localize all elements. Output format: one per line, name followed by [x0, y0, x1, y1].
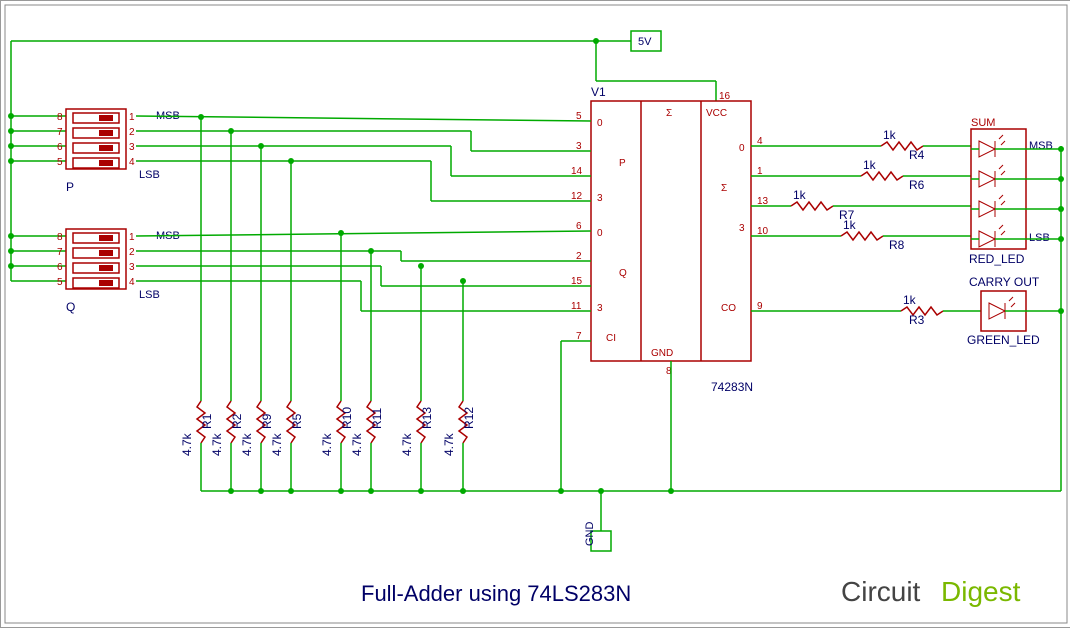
dip-p-pin7: 7	[57, 127, 63, 138]
logo-main: Circuit	[841, 576, 921, 607]
dip-p-ref: P	[66, 180, 74, 194]
dip-q-rows	[73, 233, 119, 288]
r5-ref: R5	[290, 413, 304, 429]
dip-p-pin2: 2	[129, 127, 135, 138]
pin-vcc-16: 16	[719, 91, 731, 102]
red-led-ref: RED_LED	[969, 252, 1025, 266]
dip-q-pin7: 7	[57, 247, 63, 258]
schematic-title: Full-Adder using 74LS283N	[361, 581, 631, 606]
5v-rail-label: 5V	[638, 36, 652, 48]
dip-q-pin6: 6	[57, 262, 63, 273]
r13-val: 4.7k	[400, 432, 414, 456]
q-bit3: 3	[597, 303, 603, 314]
chip-ci-label: CI	[606, 333, 616, 344]
gnd-tag: GND	[584, 522, 596, 547]
r1-ref: R1	[200, 413, 214, 429]
pulldown-junctions	[198, 114, 466, 284]
pin-q0: 6	[576, 221, 582, 232]
r7-val: 1k	[793, 188, 807, 202]
chip-sigma-top: Σ	[666, 108, 672, 119]
dip-p-pin1: 1	[129, 112, 135, 123]
carry-label: CARRY OUT	[969, 275, 1040, 289]
r8-val: 1k	[843, 218, 857, 232]
r9-val: 4.7k	[240, 432, 254, 456]
dip-q-pin1: 1	[129, 232, 135, 243]
dip-q-pin2: 2	[129, 247, 135, 258]
sum-label: SUM	[971, 117, 995, 129]
s-bit3: 3	[739, 223, 745, 234]
dip-q-pin8: 8	[57, 232, 63, 243]
r6-val: 1k	[863, 158, 877, 172]
dip-p-pin8: 8	[57, 112, 63, 123]
r8-ref: R8	[889, 238, 905, 252]
r3-val: 1k	[903, 293, 917, 307]
r4-val: 1k	[883, 128, 897, 142]
green-led-ref: GREEN_LED	[967, 333, 1040, 347]
r6-ref: R6	[909, 178, 925, 192]
r11-val: 4.7k	[350, 432, 364, 456]
dip-p-pin3: 3	[129, 142, 135, 153]
chip-p-label: P	[619, 158, 626, 169]
r10-ref: R10	[340, 407, 354, 429]
r5-val: 4.7k	[270, 432, 284, 456]
logo-accent: Digest	[941, 576, 1021, 607]
carry-led	[989, 297, 1015, 319]
dip-q-pin5: 5	[57, 277, 63, 288]
dip-p-rows	[73, 113, 119, 168]
p-bit0: 0	[597, 118, 603, 129]
chip-sigma-out: Σ	[721, 183, 727, 194]
chip-co-label: CO	[721, 303, 736, 314]
r2-ref: R2	[230, 413, 244, 429]
sum-msb: MSB	[1029, 140, 1053, 152]
r12-val: 4.7k	[442, 432, 456, 456]
dip-p-lsb: LSB	[139, 169, 160, 181]
r11-ref: R11	[370, 408, 384, 429]
chip-vcc-label: VCC	[706, 108, 727, 119]
dip-q-pin4: 4	[129, 277, 135, 288]
dip-q-lsb: LSB	[139, 289, 160, 301]
r4-ref: R4	[909, 148, 925, 162]
r12-ref: R12	[462, 407, 476, 429]
chip-part: 74283N	[711, 380, 753, 394]
chip-gnd-label: GND	[651, 348, 673, 359]
r13-ref: R13	[420, 407, 434, 429]
r2-val: 4.7k	[210, 432, 224, 456]
r1-val: 4.7k	[180, 432, 194, 456]
r10-val: 4.7k	[320, 432, 334, 456]
q-bit0: 0	[597, 228, 603, 239]
sum-lsb: LSB	[1029, 232, 1050, 244]
sum-leds	[979, 135, 1005, 247]
dip-p-pin5: 5	[57, 157, 63, 168]
schematic-svg: 5V 8 7 6 5 1 2 3 4 P MSB LSB 8 7 6 5 1 2…	[1, 1, 1070, 627]
r3-ref: R3	[909, 313, 925, 327]
chip-q-label: Q	[619, 268, 627, 279]
s-bit0: 0	[739, 143, 745, 154]
dip-q-pin3: 3	[129, 262, 135, 273]
r9-ref: R9	[260, 413, 274, 429]
p-bit3: 3	[597, 193, 603, 204]
chip-ref: V1	[591, 85, 606, 99]
dip-q-ref: Q	[66, 300, 75, 314]
dip-p-pin6: 6	[57, 142, 63, 153]
dip-p-pin4: 4	[129, 157, 135, 168]
schematic-canvas: 5V 8 7 6 5 1 2 3 4 P MSB LSB 8 7 6 5 1 2…	[0, 0, 1070, 628]
